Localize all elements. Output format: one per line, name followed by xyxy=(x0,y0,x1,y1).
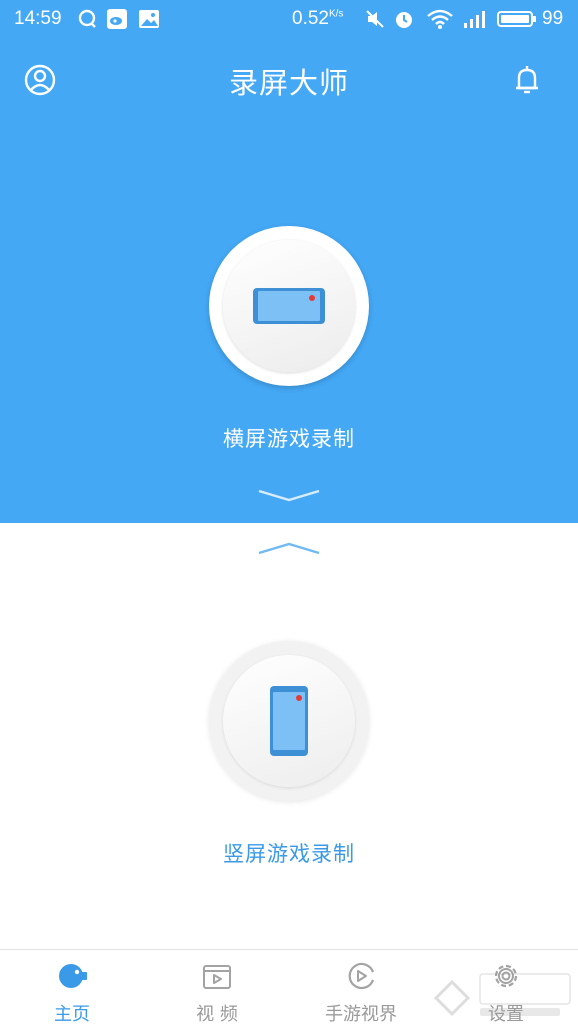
header-panel: 14:59 0.52K/s 99 录屏大师 横屏游戏录制 xyxy=(0,0,578,523)
status-time: 14:59 xyxy=(14,8,62,29)
weibo-icon xyxy=(107,9,127,29)
landscape-record-button-inner xyxy=(223,240,355,372)
mute-icon xyxy=(366,10,384,28)
landscape-phone-icon xyxy=(253,288,325,324)
gallery-icon xyxy=(139,10,159,28)
portrait-record-button-inner xyxy=(223,655,355,787)
portrait-record-label[interactable]: 竖屏游戏录制 xyxy=(0,838,578,868)
nav-label-game-view: 手游视界 xyxy=(325,1004,397,1025)
chevron-down-icon[interactable] xyxy=(257,489,321,503)
nav-item-video[interactable]: 视 频 xyxy=(157,950,277,1029)
watermark-logo xyxy=(433,973,571,1017)
signal-icon xyxy=(464,11,485,28)
landscape-record-label[interactable]: 横屏游戏录制 xyxy=(0,423,578,453)
battery-icon xyxy=(497,11,536,27)
portrait-phone-icon xyxy=(270,686,308,756)
status-bar: 14:59 0.52K/s 99 xyxy=(0,0,578,38)
chevron-up-icon[interactable] xyxy=(257,541,321,555)
alarm-icon xyxy=(396,12,412,28)
network-speed: 0.52K/s xyxy=(292,8,344,29)
landscape-record-button[interactable] xyxy=(209,226,369,386)
home-camera-icon xyxy=(59,964,87,988)
qq-icon xyxy=(78,9,96,28)
nav-label-video: 视 频 xyxy=(196,1004,238,1025)
portrait-record-button[interactable] xyxy=(209,641,369,801)
app-title: 录屏大师 xyxy=(228,66,349,100)
game-view-icon xyxy=(348,962,375,990)
nav-label-home: 主页 xyxy=(54,1004,90,1025)
nav-item-home[interactable]: 主页 xyxy=(12,950,132,1029)
video-icon xyxy=(203,965,231,989)
wifi-icon xyxy=(427,9,453,29)
battery-level: 99 xyxy=(542,8,564,29)
nav-item-game-view[interactable]: 手游视界 xyxy=(301,950,421,1029)
bell-icon[interactable] xyxy=(509,62,545,98)
